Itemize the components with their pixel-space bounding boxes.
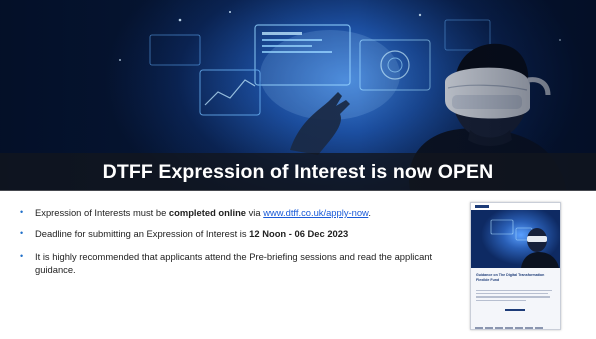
thumbnail-date-line: [505, 309, 525, 311]
bullet-dot-icon: •: [20, 228, 24, 238]
bullet-list: • Expression of Interests must be comple…: [20, 206, 460, 276]
thumbnail-body-lines: [476, 290, 554, 304]
logo: [475, 205, 489, 208]
vr-figure-illustration: [490, 219, 559, 268]
bullet-text: Expression of Interests must be: [35, 207, 169, 218]
thumbnail-title: Guidance on The Digital Transformation F…: [476, 273, 545, 282]
guidance-document-thumbnail[interactable]: Guidance on The Digital Transformation F…: [470, 202, 561, 330]
thumbnail-partner-logos: [475, 317, 556, 329]
bullet-dot-icon: •: [20, 207, 24, 217]
bullet-text: It is highly recommended that applicants…: [35, 251, 433, 275]
thumbnail-header: [471, 203, 560, 210]
bullet-dot-icon: •: [20, 251, 24, 261]
bullet-text: via: [246, 207, 264, 218]
slide-title: DTFF Expression of Interest is now OPEN: [102, 161, 494, 183]
slide: DTFF Expression of Interest is now OPEN …: [0, 0, 596, 339]
deadline-date: 12 Noon - 06 Dec 2023: [249, 228, 349, 239]
bullet-text: Deadline for submitting an Expression of…: [35, 228, 250, 239]
bullet-deadline: • Deadline for submitting an Expression …: [20, 227, 460, 240]
apply-now-link[interactable]: www.dtff.co.uk/apply-now: [263, 207, 368, 218]
thumbnail-cover-image: [471, 210, 560, 268]
bullet-recommendation: • It is highly recommended that applican…: [20, 250, 460, 276]
bullet-online-submission: • Expression of Interests must be comple…: [20, 206, 460, 219]
bullet-bold-text: completed online: [168, 207, 247, 218]
bullet-text: .: [368, 207, 371, 218]
